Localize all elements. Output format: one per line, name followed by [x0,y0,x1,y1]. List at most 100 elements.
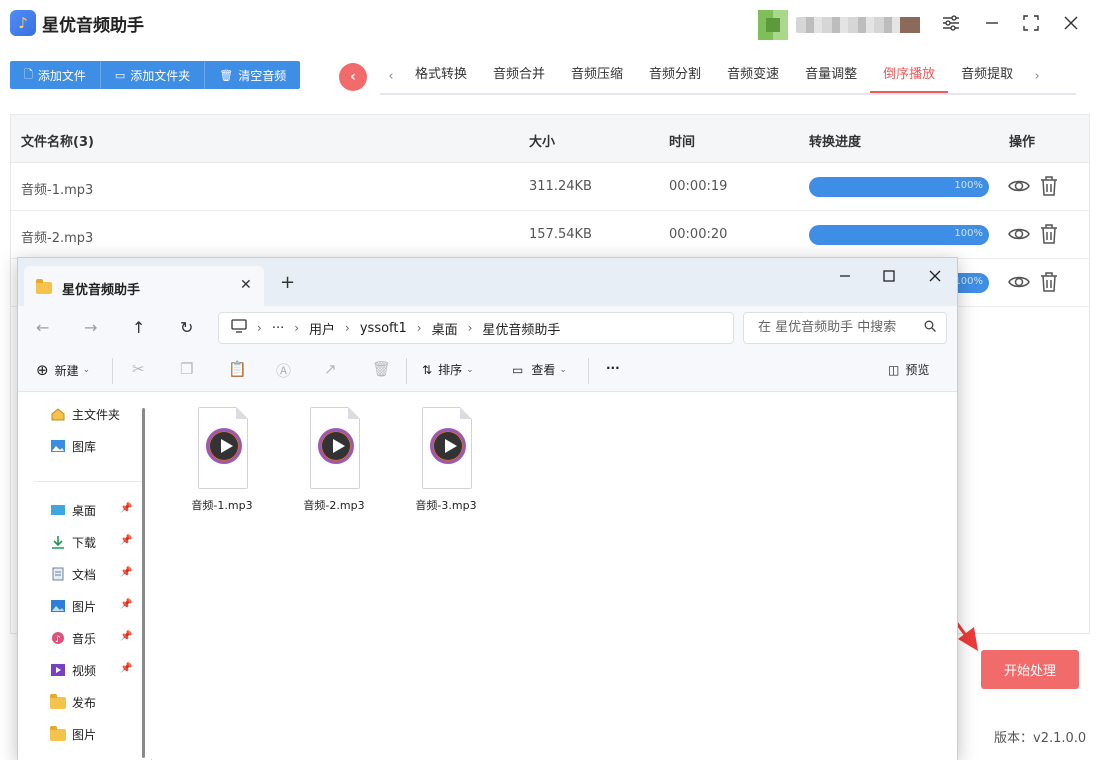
minimize-icon[interactable] [981,12,1003,34]
explorer-maximize-icon[interactable] [877,264,901,288]
folder-icon [50,726,66,741]
sidebar-divider [34,481,144,482]
header-time: 时间 [669,135,696,150]
tab-audio-merge[interactable]: 音频合并 [480,60,558,93]
address-bar[interactable]: › ··· › 用户 › yssoft1 › 桌面 › 星优音频助手 [218,312,734,344]
chevron-right-icon: › [345,321,350,335]
file-icon-item[interactable]: 音频-1.mp3 [182,407,262,517]
new-item-button[interactable]: ⊕ 新建 ⌄ [36,361,90,379]
pin-icon[interactable]: 📌 [120,631,132,642]
tab-reverse-play[interactable]: 倒序播放 [870,60,949,93]
tab-close-icon[interactable]: ✕ [240,277,252,293]
pin-icon[interactable]: 📌 [120,599,132,610]
pin-icon[interactable]: 📌 [120,663,132,674]
explorer-close-icon[interactable] [923,264,947,288]
desktop-icon [50,503,66,517]
back-arrow-icon[interactable]: ← [36,318,49,337]
sidebar-scrollbar[interactable] [142,408,145,758]
clear-audio-button[interactable]: 🗑 清空音频 [205,61,301,89]
pin-icon[interactable]: 📌 [120,503,132,514]
pin-icon[interactable]: 📌 [120,535,132,546]
share-icon[interactable]: ↗ [324,360,337,378]
collapse-left-button[interactable]: ‹ [339,63,367,91]
delete-trash-icon[interactable] [1038,175,1060,197]
divider [112,358,113,384]
breadcrumb-item[interactable]: yssoft1 [360,321,407,336]
row-size: 157.54KB [529,227,592,242]
breadcrumb-item[interactable]: 桌面 [432,319,458,338]
audio-file-icon [310,407,360,489]
table-row[interactable]: 音频-1.mp3 311.24KB 00:00:19 100% [11,163,1089,211]
progress-bar: 100% [809,225,989,245]
pin-icon[interactable]: 📌 [120,567,132,578]
chevron-right-icon: › [416,321,422,335]
sidebar-item-pictures-folder[interactable]: 图片 [50,723,136,745]
breadcrumb-item[interactable]: 用户 [309,319,335,338]
forward-arrow-icon[interactable]: → [84,318,97,337]
sort-button[interactable]: ⇅ 排序 ⌄ [422,361,474,378]
refresh-icon[interactable]: ↻ [180,318,193,337]
breadcrumb-more[interactable]: ··· [272,321,284,336]
progress-text: 100% [954,228,983,239]
chevron-right-icon: › [467,321,473,335]
explorer-tab[interactable]: 星优音频助手 ✕ [24,266,264,306]
user-avatar[interactable] [758,10,788,40]
delete-trash-icon[interactable] [1038,271,1060,293]
progress-bar: 100% [809,177,989,197]
copy-icon[interactable]: ❐ [180,360,193,378]
tab-audio-speed[interactable]: 音频变速 [714,60,792,93]
file-icon: 🗋 [24,67,33,81]
svg-text:♪: ♪ [55,635,61,645]
header-filename: 文件名称(3) [21,135,94,150]
explorer-sidebar: 主文件夹 图库 桌面 📌 下载 📌 文档 📌 图片 📌 ♪ 音乐 📌 视频 📌 … [18,393,151,760]
new-tab-plus-icon[interactable]: + [280,272,295,293]
sidebar-item-publish[interactable]: 发布 [50,691,136,713]
more-options-button[interactable]: ··· [606,361,620,375]
start-processing-button[interactable]: 开始处理 [981,650,1079,689]
delete-icon[interactable]: 🗑 [372,360,391,378]
username-blurred [796,17,920,33]
sidebar-item-gallery[interactable]: 图库 [50,435,136,457]
preview-eye-icon[interactable] [1008,223,1030,245]
tab-audio-extract[interactable]: 音频提取 [948,60,1026,93]
play-icon [430,428,466,464]
file-toolbar: 🗋 添加文件 ▭ 添加文件夹 🗑 清空音频 [10,61,301,89]
breadcrumb-item[interactable]: 星优音频助手 [482,319,560,338]
add-file-button[interactable]: 🗋 添加文件 [10,61,101,89]
settings-icon[interactable] [940,12,962,34]
tab-audio-split[interactable]: 音频分割 [636,60,714,93]
explorer-minimize-icon[interactable] [833,264,857,288]
delete-trash-icon[interactable] [1038,223,1060,245]
close-icon[interactable] [1060,12,1082,34]
computer-icon [231,319,247,337]
sidebar-item-home[interactable]: 主文件夹 [50,403,136,425]
maximize-icon[interactable] [1020,12,1042,34]
tab-format-convert[interactable]: 格式转换 [402,60,480,93]
rename-icon[interactable]: Ⓐ [276,360,291,381]
app-title: 星优音频助手 [42,16,144,36]
tab-volume-adjust[interactable]: 音量调整 [792,60,870,93]
cut-icon[interactable]: ✂ [132,360,145,378]
preview-eye-icon[interactable] [1008,271,1030,293]
file-icon-item[interactable]: 音频-2.mp3 [294,407,374,517]
tabs-scroll-left-icon[interactable]: ‹ [380,69,402,84]
tabs-scroll-right-icon[interactable]: › [1026,69,1048,84]
row-filename: 音频-2.mp3 [21,231,94,246]
row-filename: 音频-1.mp3 [21,183,94,198]
search-icon [924,313,936,343]
tab-audio-compress[interactable]: 音频压缩 [558,60,636,93]
table-row[interactable]: 音频-2.mp3 157.54KB 00:00:20 100% [11,211,1089,259]
chevron-down-icon: ⌄ [466,364,474,375]
folder-icon [50,694,66,709]
preview-pane-button[interactable]: ◫ 预览 [888,361,929,378]
preview-eye-icon[interactable] [1008,175,1030,197]
add-folder-button[interactable]: ▭ 添加文件夹 [100,61,206,89]
up-arrow-icon[interactable]: ↑ [132,318,145,337]
chevron-down-icon: ⌄ [82,365,91,375]
view-button[interactable]: ▭ 查看 ⌄ [512,361,567,378]
paste-icon[interactable]: 📋 [228,360,247,378]
pictures-icon [50,599,66,613]
explorer-search-input[interactable]: 在 星优音频助手 中搜索 [743,312,947,344]
video-icon [50,663,66,677]
file-icon-item[interactable]: 音频-3.mp3 [406,407,486,517]
